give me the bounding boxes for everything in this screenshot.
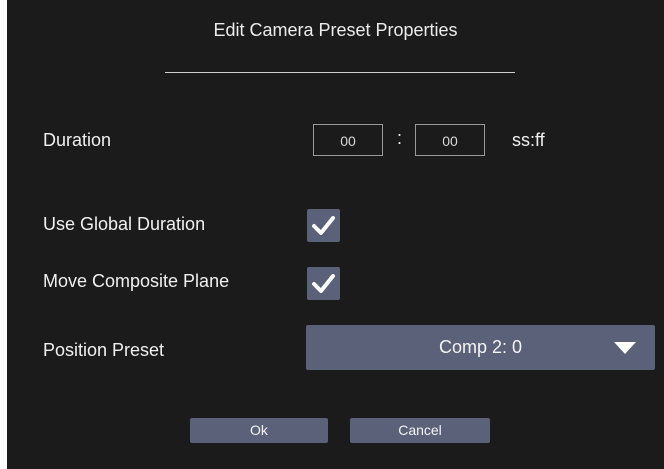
checkmark-icon (312, 274, 335, 293)
duration-label: Duration (43, 130, 112, 150)
position-preset-value: Comp 2: 0 (438, 337, 523, 357)
duration-frames-field[interactable]: 00 (415, 124, 485, 156)
checkmark-icon (312, 216, 335, 235)
dropdown-arrow-icon (614, 342, 636, 354)
duration-unit-label: ss:ff (512, 130, 545, 150)
use-global-duration-checkbox[interactable] (307, 209, 340, 242)
ok-button[interactable]: Ok (190, 418, 328, 443)
position-preset-label: Position Preset (43, 340, 165, 360)
duration-separator: : (397, 128, 403, 148)
dialog-title: Edit Camera Preset Properties (213, 20, 458, 40)
move-composite-plane-label: Move Composite Plane (43, 271, 230, 291)
duration-seconds-field[interactable]: 00 (313, 124, 383, 156)
position-preset-dropdown[interactable]: Comp 2: 0 (306, 325, 655, 370)
window-frame: Edit Camera Preset Properties Duration 0… (0, 0, 664, 469)
title-divider (165, 72, 515, 73)
cancel-button[interactable]: Cancel (350, 418, 490, 443)
move-composite-plane-checkbox[interactable] (307, 267, 340, 300)
edit-camera-preset-dialog: Edit Camera Preset Properties Duration 0… (7, 0, 664, 469)
use-global-duration-label: Use Global Duration (43, 214, 206, 234)
